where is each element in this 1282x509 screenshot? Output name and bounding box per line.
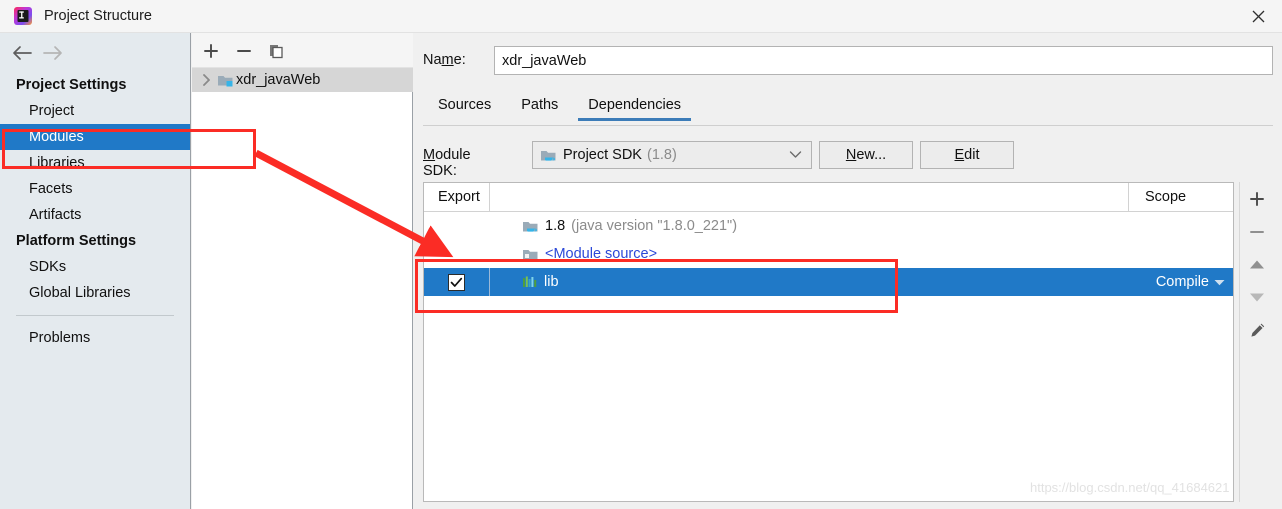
module-sdk-value: Project SDK <box>563 147 642 163</box>
table-row[interactable]: <Module source> <box>424 240 1233 268</box>
row-export-cell[interactable] <box>424 240 490 268</box>
remove-module-button[interactable] <box>232 39 256 63</box>
table-header-row: Export Scope <box>424 182 1233 212</box>
column-header-scope[interactable]: Scope <box>1129 183 1233 212</box>
sidebar-group-project-settings: Project Settings <box>16 77 127 93</box>
sidebar-item-project[interactable]: Project <box>0 98 190 124</box>
close-icon[interactable] <box>1234 0 1282 33</box>
table-row[interactable]: lib Compile <box>424 268 1233 296</box>
intellij-idea-icon <box>13 6 33 26</box>
edit-dependency-button[interactable] <box>1240 314 1274 347</box>
move-down-button[interactable] <box>1240 281 1274 314</box>
arrow-left-icon[interactable] <box>9 42 35 64</box>
column-header-export[interactable]: Export <box>424 182 490 212</box>
caret-down-icon[interactable] <box>1214 274 1225 290</box>
sidebar-group-platform-settings: Platform Settings <box>16 233 137 249</box>
java-sdk-icon <box>522 219 539 234</box>
add-module-button[interactable] <box>199 39 223 63</box>
module-source-icon <box>522 247 539 262</box>
window-title: Project Structure <box>44 8 152 24</box>
module-sdk-label: Module SDK: <box>423 147 471 179</box>
tab-sources[interactable]: Sources <box>423 93 506 121</box>
tab-dependencies[interactable]: Dependencies <box>573 93 696 121</box>
module-sdk-version: (1.8) <box>646 147 677 163</box>
row-name-cell: lib <box>490 274 1129 290</box>
row-scope-cell[interactable]: Compile <box>1129 274 1233 290</box>
export-checkbox[interactable] <box>448 273 465 291</box>
table-row[interactable]: 1.8 (java version "1.8.0_221") <box>424 212 1233 240</box>
module-editor-panel: Name: Sources Paths Dependencies Module … <box>414 33 1282 509</box>
add-dependency-button[interactable] <box>1240 182 1274 215</box>
module-tree-panel: xdr_javaWeb <box>192 33 413 509</box>
row-export-cell[interactable] <box>424 268 490 296</box>
title-bar: Project Structure <box>0 0 1282 33</box>
module-folder-icon <box>214 73 236 88</box>
row-name-text: 1.8 <box>545 218 566 234</box>
row-name-suffix: (java version "1.8.0_221") <box>571 218 738 234</box>
tree-item-label: xdr_javaWeb <box>236 72 321 88</box>
sidebar-item-global-libraries[interactable]: Global Libraries <box>0 280 190 306</box>
row-export-cell[interactable] <box>424 212 490 240</box>
tab-paths[interactable]: Paths <box>506 93 573 121</box>
module-name-row: Name: <box>423 46 1273 76</box>
dependencies-table: Export Scope 1.8 (java version "1.8.0_22… <box>423 182 1234 502</box>
row-name-cell: 1.8 (java version "1.8.0_221") <box>490 218 1129 234</box>
watermark-text: https://blog.csdn.net/qq_41684621 <box>1030 480 1230 495</box>
module-sdk-dropdown[interactable]: Project SDK (1.8) <box>532 141 812 169</box>
module-tabs: Sources Paths Dependencies <box>423 93 1273 126</box>
sidebar-item-libraries[interactable]: Libraries <box>0 150 190 176</box>
new-sdk-button[interactable]: New... <box>819 141 913 169</box>
row-name-text: <Module source> <box>545 246 658 262</box>
tree-item-xdr-javaweb[interactable]: xdr_javaWeb <box>192 68 413 92</box>
module-name-input[interactable] <box>494 46 1273 75</box>
move-up-button[interactable] <box>1240 248 1274 281</box>
sidebar-divider <box>16 315 174 316</box>
module-name-label: Name: <box>423 52 466 68</box>
column-header-name[interactable] <box>490 182 1129 212</box>
row-name-text: lib <box>544 274 559 290</box>
sidebar-item-sdks[interactable]: SDKs <box>0 254 190 280</box>
copy-module-button[interactable] <box>264 39 288 63</box>
project-structure-dialog: Project Structure Project Settings Proje… <box>0 0 1282 509</box>
sidebar-item-problems[interactable]: Problems <box>0 325 190 351</box>
sidebar-nav <box>0 33 191 72</box>
remove-dependency-button[interactable] <box>1240 215 1274 248</box>
sidebar-item-artifacts[interactable]: Artifacts <box>0 202 190 228</box>
sidebar-item-modules[interactable]: Modules <box>0 124 190 150</box>
row-name-cell: <Module source> <box>490 246 1129 262</box>
chevron-down-icon[interactable] <box>789 146 802 164</box>
module-tree-toolbar <box>192 33 413 68</box>
settings-sidebar: Project Settings Project Modules Librari… <box>0 33 191 509</box>
edit-sdk-button[interactable]: Edit <box>920 141 1014 169</box>
library-icon <box>522 275 538 289</box>
row-scope-text: Compile <box>1155 274 1209 290</box>
sidebar-item-facets[interactable]: Facets <box>0 176 190 202</box>
java-sdk-icon <box>540 148 557 163</box>
chevron-right-icon[interactable] <box>192 74 214 86</box>
dependencies-side-toolbar <box>1239 182 1273 502</box>
sidebar-list: Project Settings Project Modules Librari… <box>0 72 190 351</box>
arrow-right-icon[interactable] <box>40 42 66 64</box>
